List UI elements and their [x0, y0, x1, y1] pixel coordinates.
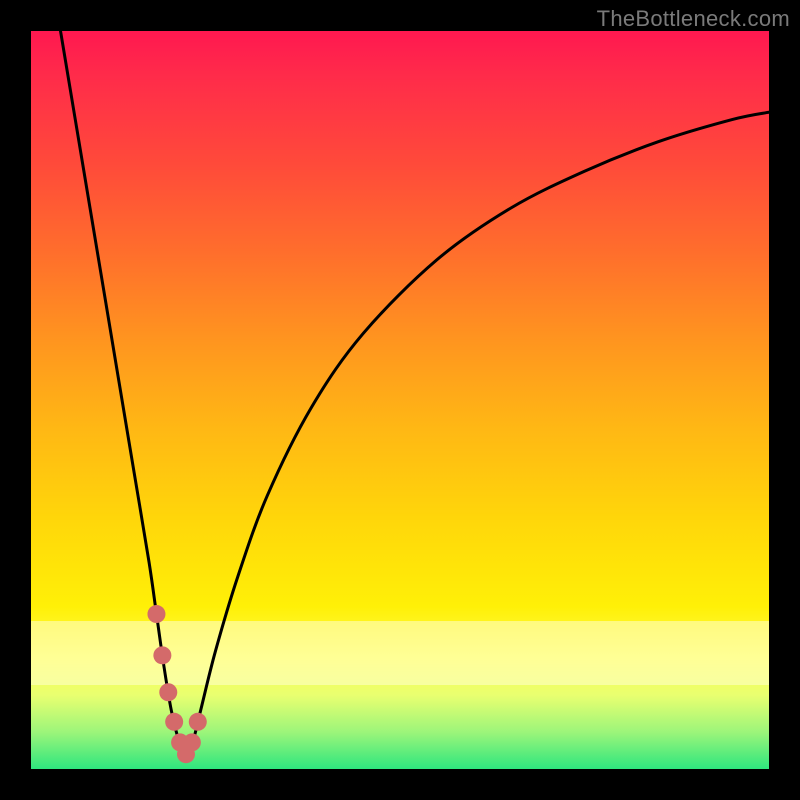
bottleneck-curve: [31, 31, 769, 769]
min-marker: [147, 605, 165, 623]
chart-frame: TheBottleneck.com: [0, 0, 800, 800]
plot-area: [31, 31, 769, 769]
min-marker: [153, 646, 171, 664]
min-marker: [165, 713, 183, 731]
min-marker: [189, 713, 207, 731]
min-marker: [183, 733, 201, 751]
watermark-text: TheBottleneck.com: [597, 6, 790, 32]
min-marker: [159, 683, 177, 701]
